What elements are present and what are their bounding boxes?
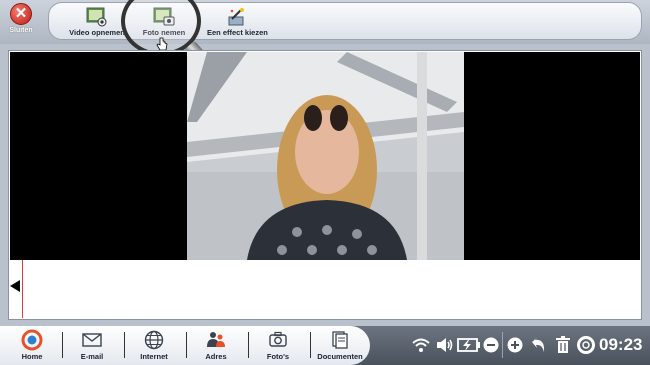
taskbar-documents[interactable]: Documenten [312, 329, 368, 363]
video-camera-icon [86, 7, 107, 27]
take-photo-button[interactable]: Foto nemen [139, 5, 189, 39]
hand-cursor-icon [156, 37, 168, 51]
globe-icon [144, 330, 164, 350]
taskbar-photos[interactable]: Foto's [250, 329, 306, 363]
taskbar-internet-label: Internet [140, 352, 168, 361]
timeline-marker [22, 260, 23, 318]
timeline[interactable] [10, 260, 640, 318]
taskbar-separator [62, 332, 63, 358]
taskbar-home[interactable]: Home [4, 329, 60, 363]
documents-icon [332, 331, 348, 349]
close-label: Sluiten [9, 27, 33, 34]
taskbar-email[interactable]: E-mail [64, 329, 120, 363]
choose-effect-label: Een effect kiezen [207, 28, 268, 37]
record-video-label: Video opnemen [69, 28, 125, 37]
taskbar: Home E-mail Internet Adres Foto's Docume… [0, 326, 650, 365]
taskbar-photos-label: Foto's [266, 352, 290, 361]
webcam-scene [187, 52, 464, 260]
top-bar: ✕ Sluiten Video opnemen Foto nemen Een e… [0, 0, 650, 44]
close-icon: ✕ [10, 3, 32, 25]
record-video-button[interactable]: Video opnemen [67, 5, 127, 39]
webcam-image [187, 52, 464, 260]
status-separator [502, 332, 503, 358]
webcam-preview [10, 52, 640, 260]
clock: 09:23 [599, 335, 643, 354]
trash-icon[interactable] [555, 335, 571, 354]
magic-wand-icon [228, 8, 244, 26]
speaker-icon[interactable] [436, 337, 454, 353]
zoom-in-icon[interactable] [507, 337, 523, 353]
zoom-out-icon[interactable] [483, 337, 499, 353]
taskbar-apps: Home E-mail Internet Adres Foto's Docume… [0, 326, 370, 365]
taskbar-separator [124, 332, 125, 358]
battery-icon[interactable] [457, 337, 481, 353]
taskbar-internet[interactable]: Internet [126, 329, 182, 363]
camera-icon [269, 331, 287, 347]
wifi-icon[interactable] [412, 337, 430, 353]
take-photo-label: Foto nemen [142, 28, 186, 37]
envelope-icon [82, 333, 102, 347]
taskbar-separator [248, 332, 249, 358]
toolbar: Video opnemen Foto nemen Een effect kiez… [48, 2, 642, 40]
taskbar-address-label: Adres [205, 352, 227, 361]
close-button[interactable]: ✕ Sluiten [4, 2, 38, 42]
photo-camera-icon [153, 7, 175, 26]
back-arrow-icon[interactable] [531, 336, 547, 354]
taskbar-separator [186, 332, 187, 358]
taskbar-documents-label: Documenten [317, 352, 363, 361]
taskbar-home-label: Home [21, 352, 43, 361]
timeline-playhead[interactable] [10, 280, 20, 292]
camera-stage [8, 50, 642, 320]
address-book-icon [207, 332, 225, 347]
lifebuoy-icon[interactable] [577, 336, 595, 354]
taskbar-email-label: E-mail [80, 352, 104, 361]
taskbar-address[interactable]: Adres [188, 329, 244, 363]
home-icon [21, 329, 43, 351]
choose-effect-button[interactable]: Een effect kiezen [207, 5, 268, 39]
taskbar-separator [310, 332, 311, 358]
